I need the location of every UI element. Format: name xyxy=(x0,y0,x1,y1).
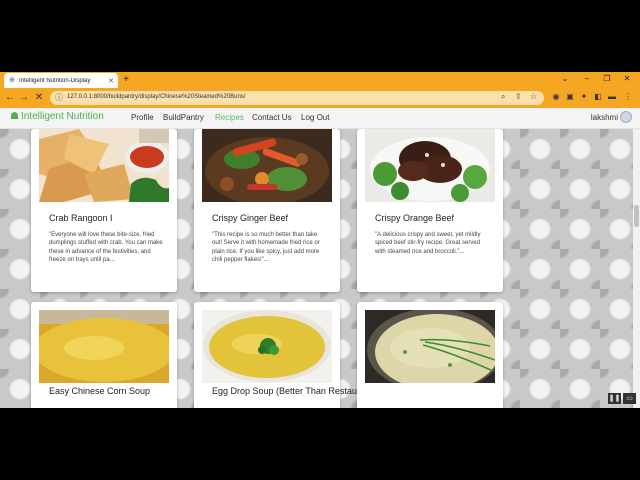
tab-favicon-icon: ⊕ xyxy=(9,77,15,84)
recipe-card[interactable]: Crispy Ginger Beef "This recipe is so mu… xyxy=(194,129,340,292)
recipe-title[interactable]: Easy Chinese Corn Soup xyxy=(49,386,150,396)
recipe-image[interactable] xyxy=(365,129,495,202)
new-tab-icon[interactable]: + xyxy=(121,74,131,86)
profile-icon[interactable]: ▬ xyxy=(606,92,618,102)
extension-icon[interactable]: ▣ xyxy=(564,92,576,102)
recipe-card[interactable]: Crispy Orange Beef "A delicious crispy a… xyxy=(357,129,503,292)
recipe-description: "This recipe is so much better than take… xyxy=(212,232,320,264)
zoom-icon[interactable]: ⌕ xyxy=(501,92,505,102)
recipe-title[interactable]: Crab Rangoon I xyxy=(49,213,113,223)
site-navbar: ☗ Intelligent Nutrition Profile BuildPan… xyxy=(0,108,640,129)
picture-in-picture-icon[interactable]: ▭ xyxy=(623,393,636,404)
recipe-card[interactable]: Crab Rangoon I "Everyone will love these… xyxy=(31,129,177,292)
url-text[interactable]: 127.0.0.1:8000/buildpantry/display/Chine… xyxy=(67,94,245,100)
tab-title: Intelligent Nutrition-Display xyxy=(19,77,91,84)
recipe-card[interactable] xyxy=(357,302,503,408)
tab-close-icon[interactable]: ✕ xyxy=(107,77,115,85)
maximize-icon[interactable]: ❐ xyxy=(598,73,616,85)
recipe-grid: Crab Rangoon I "Everyone will love these… xyxy=(0,129,633,408)
minimize-icon[interactable]: – xyxy=(578,73,596,85)
extensions-puzzle-icon[interactable]: ✦ xyxy=(578,92,590,102)
brand-logo-icon: ☗ xyxy=(10,111,19,122)
browser-tab[interactable]: ⊕ Intelligent Nutrition-Display ✕ xyxy=(4,73,118,88)
recipe-image[interactable] xyxy=(202,129,332,202)
recipe-image[interactable] xyxy=(39,310,169,383)
brand-name: Intelligent Nutrition xyxy=(20,111,104,122)
scrollbar-thumb[interactable] xyxy=(634,205,639,227)
recipe-image[interactable] xyxy=(39,129,169,202)
page-scrollbar[interactable] xyxy=(633,129,640,408)
recipe-card[interactable]: Easy Chinese Corn Soup xyxy=(31,302,177,408)
sidepanel-icon[interactable]: ◧ xyxy=(592,92,604,102)
forward-icon[interactable]: → xyxy=(18,92,30,104)
user-avatar[interactable] xyxy=(620,111,632,123)
recipe-image[interactable] xyxy=(365,310,495,383)
recipe-image[interactable] xyxy=(202,310,332,383)
stop-icon[interactable]: ✕ xyxy=(33,92,45,104)
browser-window: ⊕ Intelligent Nutrition-Display ✕ + ⌄ – … xyxy=(0,72,640,408)
extension-icon[interactable]: ◉ xyxy=(550,92,562,102)
back-icon[interactable]: ← xyxy=(4,92,16,104)
recipe-description: "Everyone will love these bite-size, fri… xyxy=(49,232,163,264)
info-icon[interactable]: ⓘ xyxy=(55,92,63,103)
nav-recipes[interactable]: Recipes xyxy=(215,113,244,122)
recipe-card[interactable]: Egg Drop Soup (Better Than Restaurant Qu… xyxy=(194,302,408,408)
screen: ⊕ Intelligent Nutrition-Display ✕ + ⌄ – … xyxy=(0,0,640,480)
tab-strip: ⊕ Intelligent Nutrition-Display ✕ + ⌄ – … xyxy=(0,72,640,88)
username[interactable]: lakshmi xyxy=(591,113,618,122)
window-close-icon[interactable]: ✕ xyxy=(618,73,636,85)
recipe-title[interactable]: Crispy Orange Beef xyxy=(375,213,454,223)
brand[interactable]: ☗ Intelligent Nutrition xyxy=(10,111,104,122)
nav-buildpantry[interactable]: BuildPantry xyxy=(163,113,204,122)
pause-icon[interactable]: ❚❚ xyxy=(608,393,621,404)
tab-search-icon[interactable]: ⌄ xyxy=(556,73,574,85)
address-bar-row: ← → ✕ ⓘ 127.0.0.1:8000/buildpantry/displ… xyxy=(0,88,640,108)
bookmark-star-icon[interactable]: ☆ xyxy=(530,92,537,101)
menu-icon[interactable]: ⋮ xyxy=(622,92,634,102)
recipe-title[interactable]: Crispy Ginger Beef xyxy=(212,213,288,223)
recipe-description: "A delicious crispy and sweet, yet mildl… xyxy=(375,232,481,255)
nav-contact-us[interactable]: Contact Us xyxy=(252,113,292,122)
nav-profile[interactable]: Profile xyxy=(131,113,154,122)
address-bar[interactable]: ⓘ 127.0.0.1:8000/buildpantry/display/Chi… xyxy=(50,91,544,105)
share-icon[interactable]: ⇪ xyxy=(515,92,522,101)
nav-log-out[interactable]: Log Out xyxy=(301,113,329,122)
